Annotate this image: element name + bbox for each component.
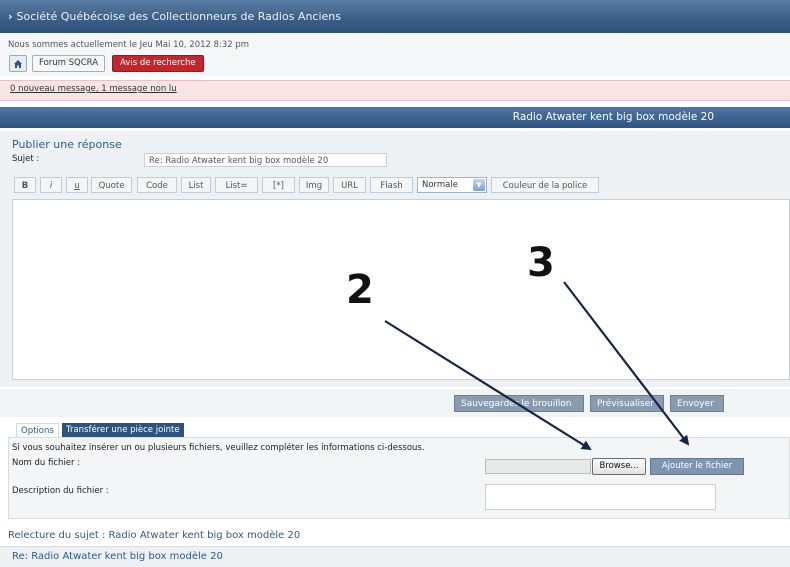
annotation-arrow-3 [563,281,690,446]
annotation-label-2: 2 [346,267,374,313]
annotation-label-3: 3 [527,240,555,286]
annotation-overlay: 2 3 [346,240,690,451]
annotation-arrow-2 [384,320,592,451]
